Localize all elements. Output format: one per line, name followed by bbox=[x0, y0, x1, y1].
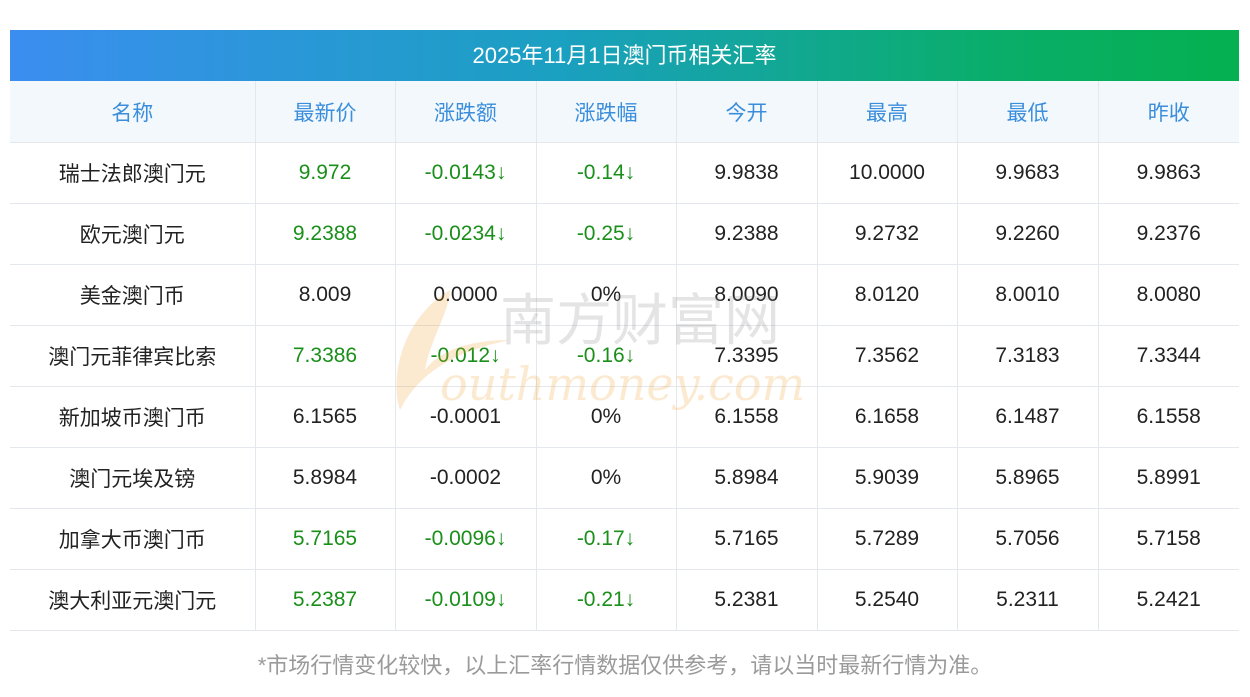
rate-cell: 7.3344 bbox=[1098, 325, 1239, 387]
rate-cell: 5.2540 bbox=[817, 569, 958, 631]
rate-cell: 5.7158 bbox=[1098, 508, 1239, 570]
rate-cell: 5.2387 bbox=[255, 569, 396, 631]
rate-cell: 5.2311 bbox=[957, 569, 1099, 631]
table-row: 澳门元菲律宾比索 7.3386 -0.012↓ -0.16↓ 7.3395 7.3562 7… bbox=[10, 325, 1239, 387]
rate-cell: 6.1558 bbox=[1098, 386, 1239, 448]
rate-cell: 9.2376 bbox=[1098, 203, 1239, 265]
rate-cell: 9.2732 bbox=[817, 203, 958, 265]
rate-cell: 7.3395 bbox=[676, 325, 818, 387]
rate-cell: 5.7165 bbox=[676, 508, 818, 570]
rate-cell: 0% bbox=[536, 264, 677, 326]
column-header-1: 最新价 bbox=[255, 81, 396, 143]
rate-cell: 6.1558 bbox=[676, 386, 818, 448]
currency-pair-name: 澳门元菲律宾比索 bbox=[10, 325, 256, 387]
rate-cell: 6.1658 bbox=[817, 386, 958, 448]
rate-cell: 9.9863 bbox=[1098, 142, 1239, 204]
rate-cell: 9.9838 bbox=[676, 142, 818, 204]
currency-pair-name: 加拿大币澳门币 bbox=[10, 508, 256, 570]
currency-pair-name: 澳大利亚元澳门元 bbox=[10, 569, 256, 631]
column-header-0: 名称 bbox=[10, 81, 256, 143]
table-body: 瑞士法郎澳门元 9.972 -0.0143↓ -0.14↓ 9.9838 10.0000 9… bbox=[10, 142, 1239, 631]
rate-cell: 0% bbox=[536, 447, 677, 509]
rate-cell: 9.2388 bbox=[255, 203, 396, 265]
rate-cell: 5.8965 bbox=[957, 447, 1099, 509]
rate-cell: -0.17↓ bbox=[536, 508, 677, 570]
rate-cell: 8.0080 bbox=[1098, 264, 1239, 326]
rate-cell: 8.009 bbox=[255, 264, 396, 326]
rate-cell: -0.25↓ bbox=[536, 203, 677, 265]
table-row: 瑞士法郎澳门元 9.972 -0.0143↓ -0.14↓ 9.9838 10.0000 9… bbox=[10, 142, 1239, 204]
rate-cell: 10.0000 bbox=[817, 142, 958, 204]
currency-pair-name: 新加坡币澳门币 bbox=[10, 386, 256, 448]
rate-cell: -0.0001 bbox=[395, 386, 537, 448]
rate-cell: 9.2260 bbox=[957, 203, 1099, 265]
currency-pair-name: 瑞士法郎澳门元 bbox=[10, 142, 256, 204]
rate-cell: -0.14↓ bbox=[536, 142, 677, 204]
rate-cell: 5.8984 bbox=[676, 447, 818, 509]
column-header-6: 最低 bbox=[957, 81, 1099, 143]
rate-cell: -0.0234↓ bbox=[395, 203, 537, 265]
rate-cell: -0.0096↓ bbox=[395, 508, 537, 570]
column-header-3: 涨跌幅 bbox=[536, 81, 677, 143]
rate-cell: 8.0090 bbox=[676, 264, 818, 326]
rate-cell: 6.1565 bbox=[255, 386, 396, 448]
rate-cell: 5.8984 bbox=[255, 447, 396, 509]
currency-pair-name: 澳门元埃及镑 bbox=[10, 447, 256, 509]
currency-pair-name: 美金澳门币 bbox=[10, 264, 256, 326]
table-row: 新加坡币澳门币 6.1565 -0.0001 0% 6.1558 6.1658 6.1487… bbox=[10, 386, 1239, 448]
rate-cell: 7.3386 bbox=[255, 325, 396, 387]
rate-cell: 9.2388 bbox=[676, 203, 818, 265]
rate-cell: 9.9683 bbox=[957, 142, 1099, 204]
table-row: 澳门元埃及镑 5.8984 -0.0002 0% 5.8984 5.9039 5.8965 5… bbox=[10, 447, 1239, 509]
column-header-2: 涨跌额 bbox=[395, 81, 537, 143]
column-header-4: 今开 bbox=[676, 81, 818, 143]
rate-cell: 6.1487 bbox=[957, 386, 1099, 448]
rate-cell: 0.0000 bbox=[395, 264, 537, 326]
header-row: 名称 最新价 涨跌额 涨跌幅 今开 最高 最低 昨收 bbox=[10, 81, 1239, 143]
rate-cell: 5.7165 bbox=[255, 508, 396, 570]
rate-table: 名称 最新价 涨跌额 涨跌幅 今开 最高 最低 昨收 瑞士法郎澳门元 9.972 -0.0143↓… bbox=[10, 81, 1239, 631]
rate-cell: -0.0143↓ bbox=[395, 142, 537, 204]
table-row: 欧元澳门元 9.2388 -0.0234↓ -0.25↓ 9.2388 9.2732 9.2… bbox=[10, 203, 1239, 265]
currency-pair-name: 欧元澳门元 bbox=[10, 203, 256, 265]
rate-panel: 2025年11月1日澳门币相关汇率 名称 最新价 涨跌额 涨跌幅 今开 最高 最低 昨收 瑞士… bbox=[10, 30, 1239, 631]
table-row: 澳大利亚元澳门元 5.2387 -0.0109↓ -0.21↓ 5.2381 5.2540… bbox=[10, 569, 1239, 631]
rate-cell: 5.7289 bbox=[817, 508, 958, 570]
rate-cell: 5.2421 bbox=[1098, 569, 1239, 631]
rate-cell: 5.2381 bbox=[676, 569, 818, 631]
rate-cell: 9.972 bbox=[255, 142, 396, 204]
rate-cell: 8.0120 bbox=[817, 264, 958, 326]
table-row: 加拿大币澳门币 5.7165 -0.0096↓ -0.17↓ 5.7165 5.7289 5… bbox=[10, 508, 1239, 570]
rate-cell: -0.16↓ bbox=[536, 325, 677, 387]
rate-cell: 0% bbox=[536, 386, 677, 448]
rate-cell: 7.3183 bbox=[957, 325, 1099, 387]
table-row: 美金澳门币 8.009 0.0000 0% 8.0090 8.0120 8.0010 8.00… bbox=[10, 264, 1239, 326]
rate-cell: -0.21↓ bbox=[536, 569, 677, 631]
column-header-7: 昨收 bbox=[1098, 81, 1239, 143]
rate-cell: 5.8991 bbox=[1098, 447, 1239, 509]
rate-cell: 5.9039 bbox=[817, 447, 958, 509]
footnote: *市场行情变化较快，以上汇率行情数据仅供参考，请以当时最新行情为准。 bbox=[257, 653, 993, 678]
table-title: 2025年11月1日澳门币相关汇率 bbox=[10, 30, 1239, 81]
rate-cell: -0.0109↓ bbox=[395, 569, 537, 631]
column-header-5: 最高 bbox=[817, 81, 958, 143]
rate-cell: -0.012↓ bbox=[395, 325, 537, 387]
rate-cell: 7.3562 bbox=[817, 325, 958, 387]
rate-cell: 5.7056 bbox=[957, 508, 1099, 570]
rate-cell: -0.0002 bbox=[395, 447, 537, 509]
rate-cell: 8.0010 bbox=[957, 264, 1099, 326]
